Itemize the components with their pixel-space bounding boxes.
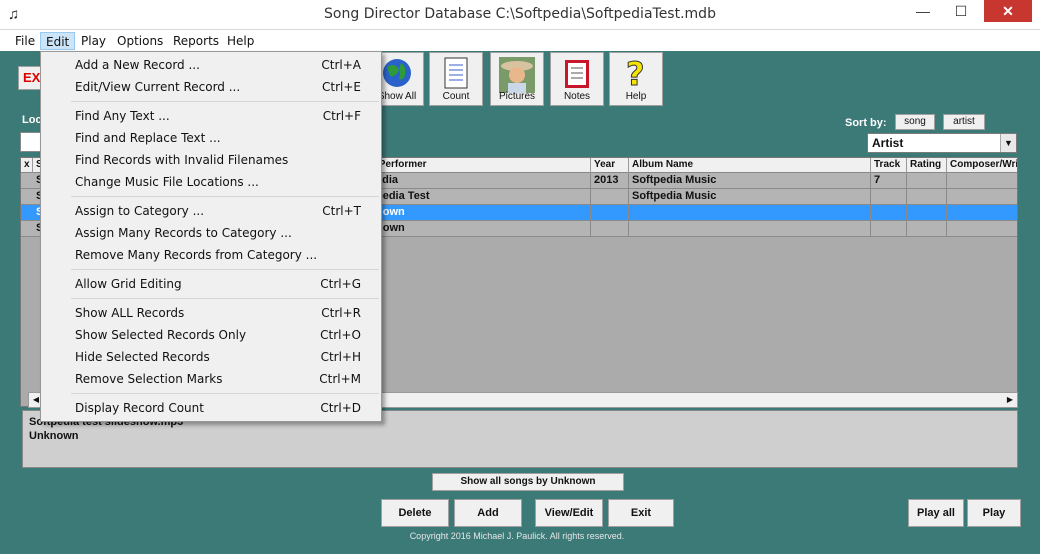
cell-rating [907, 221, 947, 236]
menu-file[interactable]: File [10, 32, 40, 50]
col-header-year[interactable]: Year [591, 158, 629, 173]
cell-track: 7 [871, 173, 907, 188]
menu-item-add-record[interactable]: Add a New Record ... Ctrl+A [41, 55, 381, 75]
chevron-down-icon[interactable]: ▼ [1000, 134, 1016, 152]
cell-year: 2013 [591, 173, 629, 188]
count-toolbar-button[interactable]: Count [429, 52, 483, 106]
col-header-performer[interactable]: /Performer [373, 158, 591, 173]
menu-separator [71, 298, 379, 299]
maximize-button[interactable]: ☐ [946, 0, 976, 22]
menu-item-find-text[interactable]: Find Any Text ... Ctrl+F [41, 106, 381, 126]
col-header-mark[interactable]: x [21, 158, 33, 173]
copyright-text: Copyright 2016 Michael J. Paulick. All r… [409, 531, 625, 541]
menu-separator [71, 196, 379, 197]
menu-edit[interactable]: Edit [40, 32, 76, 50]
help-label: Help [625, 91, 647, 102]
view-edit-button[interactable]: View/Edit [535, 499, 603, 527]
cell-rating [907, 173, 947, 188]
pictures-label: Pictures [498, 91, 536, 102]
notepad-icon [438, 57, 474, 89]
menu-separator [71, 101, 379, 102]
menu-item-remove-many[interactable]: Remove Many Records from Category ... [41, 245, 381, 265]
cell-year [591, 189, 629, 204]
sort-by-label: Sort by: [845, 117, 887, 129]
cell-performer: edia [373, 173, 591, 188]
cell-album [629, 221, 871, 236]
col-header-rating[interactable]: Rating [907, 158, 947, 173]
menu-item-show-selected[interactable]: Show Selected Records Only Ctrl+O [41, 325, 381, 345]
sort-select[interactable]: Artist ▼ [867, 133, 1017, 153]
menu-item-find-replace[interactable]: Find and Replace Text ... [41, 128, 381, 148]
col-header-composer[interactable]: Composer/Wri [947, 158, 1017, 173]
globe-icon [379, 57, 415, 89]
sort-select-value: Artist [872, 136, 904, 150]
edit-menu-dropdown: Add a New Record ... Ctrl+A Edit/View Cur… [40, 51, 382, 422]
notes-label: Notes [563, 91, 591, 102]
close-button[interactable]: ✕ [984, 0, 1032, 22]
photo-icon [499, 57, 535, 93]
cell-year [591, 221, 629, 236]
cell-album: Softpedia Music [629, 189, 871, 204]
help-toolbar-button[interactable]: ? Help [609, 52, 663, 106]
notes-toolbar-button[interactable]: Notes [550, 52, 604, 106]
info-artist: Unknown [29, 430, 79, 442]
count-label: Count [442, 91, 470, 102]
cell-album: Softpedia Music [629, 173, 871, 188]
menu-reports[interactable]: Reports [168, 32, 224, 50]
cell-year [591, 205, 629, 220]
menu-item-allow-grid-editing[interactable]: Allow Grid Editing Ctrl+G [41, 274, 381, 294]
minimize-button[interactable]: — [908, 0, 938, 22]
menu-play[interactable]: Play [76, 32, 111, 50]
exit-button[interactable]: Exit [608, 499, 674, 527]
cell-performer: nown [373, 221, 591, 236]
menu-help[interactable]: Help [222, 32, 259, 50]
cell-performer: nown [373, 205, 591, 220]
menu-item-show-all[interactable]: Show ALL Records Ctrl+R [41, 303, 381, 323]
menu-bar: File Edit Play Options Reports Help [0, 30, 1040, 51]
menu-item-find-invalid[interactable]: Find Records with Invalid Filenames [41, 150, 381, 170]
menu-item-assign-category[interactable]: Assign to Category ... Ctrl+T [41, 201, 381, 221]
menu-item-remove-marks[interactable]: Remove Selection Marks Ctrl+M [41, 369, 381, 389]
cell-track [871, 205, 907, 220]
cell-track [871, 189, 907, 204]
locate-label: Loc [22, 114, 42, 126]
delete-button[interactable]: Delete [381, 499, 449, 527]
pictures-toolbar-button[interactable]: Pictures [490, 52, 544, 106]
cell-rating [907, 189, 947, 204]
cell-rating [907, 205, 947, 220]
menu-item-hide-selected[interactable]: Hide Selected Records Ctrl+H [41, 347, 381, 367]
svg-text:?: ? [626, 57, 645, 89]
notebook-icon [559, 57, 595, 89]
add-button[interactable]: Add [454, 499, 522, 527]
menu-item-assign-many[interactable]: Assign Many Records to Category ... [41, 223, 381, 243]
cell-track [871, 221, 907, 236]
menu-separator [71, 393, 379, 394]
menu-item-edit-record[interactable]: Edit/View Current Record ... Ctrl+E [41, 77, 381, 97]
play-button[interactable]: Play [967, 499, 1021, 527]
question-icon: ? [618, 55, 654, 94]
col-header-track[interactable]: Track [871, 158, 907, 173]
menu-item-record-count[interactable]: Display Record Count Ctrl+D [41, 398, 381, 418]
scroll-right-icon[interactable]: ▶ [1003, 393, 1017, 407]
menu-options[interactable]: Options [112, 32, 168, 50]
col-header-album[interactable]: Album Name [629, 158, 871, 173]
sort-artist-button[interactable]: artist [943, 114, 985, 130]
play-all-button[interactable]: Play all [908, 499, 964, 527]
show-all-by-artist-button[interactable]: Show all songs by Unknown [432, 473, 624, 491]
cell-performer: pedia Test [373, 189, 591, 204]
cell-album [629, 205, 871, 220]
title-bar: ♫ Song Director Database C:\Softpedia\So… [0, 0, 1040, 30]
menu-item-change-locations[interactable]: Change Music File Locations ... [41, 172, 381, 192]
menu-separator [71, 269, 379, 270]
sort-song-button[interactable]: song [895, 114, 935, 130]
window-title: Song Director Database C:\Softpedia\Soft… [324, 6, 716, 22]
